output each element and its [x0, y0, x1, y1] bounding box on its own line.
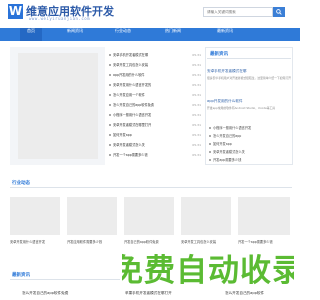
sidebar-item[interactable]: 安卓开发者模式怎么关 [209, 149, 289, 154]
list-item[interactable]: 开发一个app需要多少钱 05-31 [109, 151, 201, 158]
latest-title: 最新资讯 [12, 273, 30, 278]
industry-card-caption[interactable]: 安卓开发工具包怎么安装 [181, 239, 231, 244]
industry-card-caption[interactable]: 安卓开发用什么语言开发 [10, 239, 60, 244]
list-item[interactable]: 怎么开发应用一个软件 05-31 [109, 91, 201, 98]
sidebar-item[interactable]: 如何开发app [209, 141, 289, 146]
sidebar-item[interactable]: 小程序一般用什么语言开发 [209, 125, 289, 130]
list-item[interactable]: 小程序一般用什么语言开发 05-31 [109, 111, 201, 118]
industry-card-caption[interactable]: 开发应用软件需要多少钱 [67, 239, 117, 244]
sidebar-feature-desc: 很多安卓手机用户对开发者模式很陌生，这里简单介绍一下如何打开 [207, 76, 291, 80]
nav-news[interactable]: 新闻资讯 [60, 28, 90, 41]
main-nav [0, 28, 300, 41]
site-url: www.weiyiruanjian.com [29, 16, 91, 21]
logo-icon[interactable]: W [8, 4, 23, 19]
svg-text:免费自动收录: 免费自动收录 [122, 253, 294, 289]
sidebar-title: 最新资讯 [210, 52, 228, 57]
industry-title: 行业动态 [12, 181, 30, 186]
sidebar-item[interactable]: 怎么开发自己的app [209, 133, 289, 138]
list-item[interactable]: app开发用的什么软件 05-31 [109, 71, 201, 78]
promo-banner[interactable]: 免费自动收录 [112, 245, 300, 291]
promo-text-graphic: 免费自动收录 [112, 253, 300, 289]
divider [207, 58, 291, 59]
sidebar-item[interactable]: 开发app需要多少钱 [209, 157, 289, 162]
search-input[interactable] [203, 7, 273, 17]
divider [10, 187, 292, 188]
sidebar-feature-title[interactable]: app开发用的什么软件 [207, 99, 291, 104]
industry-card-caption[interactable]: 开发一个app需要多少钱 [238, 239, 290, 244]
industry-card-image[interactable] [124, 197, 174, 235]
search-icon [276, 9, 282, 15]
list-item[interactable]: 安卓开发者模式在哪里打开 05-31 [109, 121, 201, 128]
search-button[interactable] [273, 7, 285, 17]
industry-card-image[interactable] [10, 197, 60, 235]
latest-caption[interactable]: 怎么开发自己的app软件免费 [22, 291, 102, 296]
list-item[interactable]: 安卓开发工具包怎么安装 05-31 [109, 61, 201, 68]
sidebar-feature-desc: 开发app常用的软件有Android Studio、Xcode等工具 [207, 106, 276, 110]
divider [10, 279, 120, 280]
featured-image[interactable] [18, 53, 98, 159]
nav-industry[interactable]: 行业动态 [108, 28, 138, 41]
nav-hot[interactable]: 热门新闻 [158, 28, 188, 41]
industry-card-caption[interactable]: 开发自己的app软件免费 [124, 239, 174, 244]
list-item[interactable]: 安卓手机开发者模式在哪 05-31 [109, 51, 201, 58]
nav-home[interactable]: 首页 [20, 28, 42, 41]
latest-caption[interactable]: 怎么开发自己的app软件 [225, 291, 295, 296]
industry-card-image[interactable] [67, 197, 117, 235]
industry-card-image[interactable] [181, 197, 231, 235]
list-item[interactable]: 安卓开发用什么语言开发的 05-31 [109, 81, 201, 88]
latest-caption[interactable]: 苹果手机开发者模式在哪打开 [125, 291, 205, 296]
list-item[interactable]: 怎么开发自己的app软件免费 05-31 [109, 101, 201, 108]
nav-latest[interactable]: 最新资讯 [210, 28, 240, 41]
page: W 维意应用软件开发 www.weiyiruanjian.com 首页 新闻资讯… [0, 0, 300, 300]
sidebar-feature-title[interactable]: 安卓手机开发者模式在哪 [207, 69, 291, 74]
list-item[interactable]: 安卓开发者模式怎么关 05-31 [109, 141, 201, 148]
list-item[interactable]: 如何开发app 05-31 [109, 131, 201, 138]
industry-card-image[interactable] [238, 197, 290, 235]
